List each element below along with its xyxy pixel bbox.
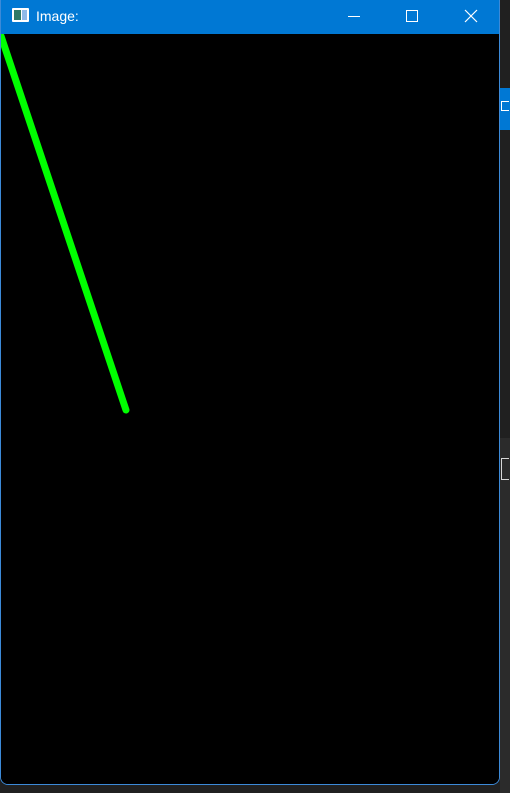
background-editor-edge[interactable] [500,438,510,793]
canvas-drawing [1,34,130,414]
title-bar[interactable]: Image: [1,0,499,34]
close-icon [464,9,478,23]
green-line [1,34,130,414]
icon-part-left [14,10,21,20]
image-window-icon [12,8,29,22]
maximize-button[interactable] [383,0,441,34]
image-canvas [1,34,499,784]
image-window: Image: [0,0,500,785]
minimize-button[interactable] [325,0,383,34]
window-title: Image: [36,8,79,24]
maximize-icon [501,101,509,111]
maximize-icon [406,10,418,22]
close-button[interactable] [442,0,499,34]
icon-part-right [22,10,27,20]
text-cursor-icon [501,458,509,480]
background-window-edge[interactable] [500,88,510,130]
minimize-icon [348,16,360,17]
